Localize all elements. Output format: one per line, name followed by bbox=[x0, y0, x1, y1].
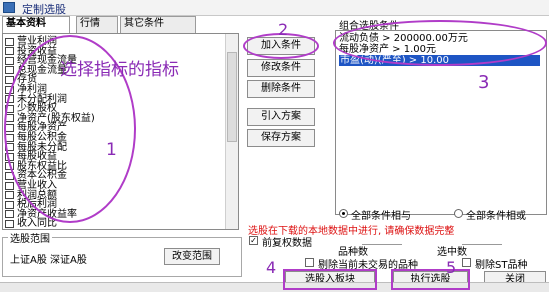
annotation-number-4: 4 bbox=[266, 258, 277, 277]
folder-icon bbox=[5, 181, 14, 190]
change-range-button[interactable]: 改变范围 bbox=[164, 248, 220, 265]
annotation-number-2: 2 bbox=[278, 20, 289, 39]
title-bar bbox=[0, 0, 549, 16]
tab-basic-info[interactable]: 基本资料 bbox=[2, 16, 70, 34]
selected-count-label: 选中数 bbox=[437, 247, 467, 258]
folder-icon bbox=[5, 47, 14, 56]
annotation-circle-3 bbox=[333, 20, 547, 66]
exclude-st-label: 剔除ST品种 bbox=[475, 260, 528, 271]
all-and-label: 全部条件相与 bbox=[351, 211, 411, 222]
folder-icon bbox=[5, 210, 14, 219]
annotation-number-3: 3 bbox=[478, 72, 490, 93]
annotation-box-5 bbox=[391, 269, 470, 290]
annotation-number-5: 5 bbox=[446, 258, 457, 277]
window-title: 定制选股 bbox=[22, 3, 66, 16]
scroll-thumb[interactable] bbox=[227, 52, 237, 142]
annotation-number-1: 1 bbox=[106, 140, 117, 160]
exclude-st-checkbox[interactable] bbox=[462, 258, 471, 267]
range-title: 选股范围 bbox=[8, 230, 52, 245]
handwritten-label: 选择指标的指标 bbox=[60, 60, 179, 80]
folder-icon bbox=[5, 37, 14, 46]
indicator-item[interactable]: 收入同比 bbox=[5, 218, 57, 229]
exclude-suspended-checkbox[interactable] bbox=[305, 258, 314, 267]
indicator-label: 收入同比 bbox=[17, 218, 57, 230]
folder-icon bbox=[5, 219, 14, 228]
delete-condition-button[interactable]: 删除条件 bbox=[247, 80, 315, 98]
folder-icon bbox=[5, 191, 14, 200]
count-field bbox=[362, 244, 402, 245]
annotation-box-4 bbox=[283, 269, 377, 290]
selected-count-field bbox=[462, 244, 502, 245]
tab-bar: 基本资料 行情 其它条件 bbox=[0, 16, 240, 34]
restore-rights-label: 前复权数据 bbox=[262, 238, 312, 249]
save-scheme-button[interactable]: 保存方案 bbox=[247, 129, 315, 147]
import-scheme-button[interactable]: 引入方案 bbox=[247, 108, 315, 126]
tab-other-conditions[interactable]: 其它条件 bbox=[120, 16, 196, 34]
tab-quotes[interactable]: 行情 bbox=[76, 16, 118, 34]
range-text: 上证A股 深证A股 bbox=[10, 255, 87, 266]
all-and-radio[interactable] bbox=[339, 209, 348, 218]
app-icon bbox=[3, 2, 15, 13]
folder-icon bbox=[5, 66, 14, 75]
folder-icon bbox=[5, 56, 14, 65]
all-or-radio[interactable] bbox=[454, 209, 463, 218]
all-or-label: 全部条件相或 bbox=[466, 211, 526, 222]
restore-rights-checkbox[interactable]: ✓ bbox=[249, 236, 258, 245]
modify-condition-button[interactable]: 修改条件 bbox=[247, 59, 315, 77]
folder-icon bbox=[5, 200, 14, 209]
